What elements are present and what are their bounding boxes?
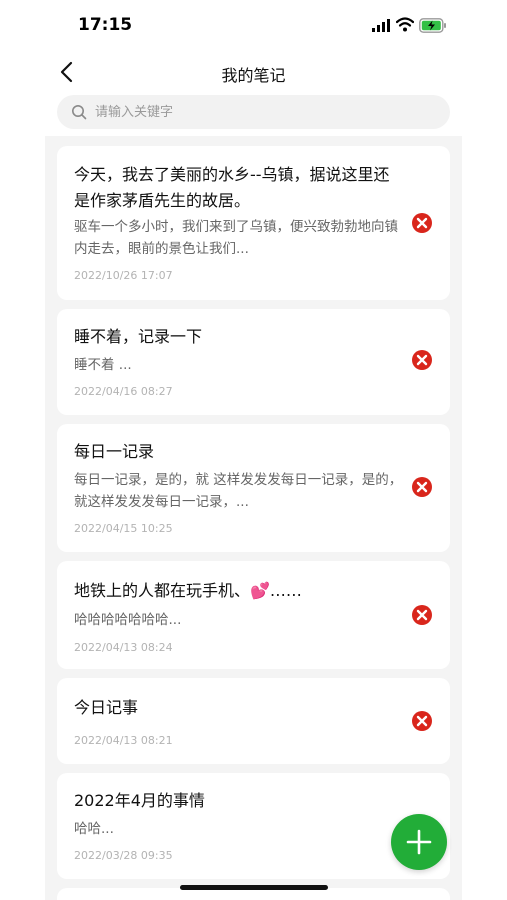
note-date: 2022/04/15 10:25 bbox=[74, 522, 173, 535]
note-card[interactable]: 睡不着，记录一下 睡不着 ... 2022/04/16 08:27 bbox=[57, 309, 450, 415]
home-indicator bbox=[180, 885, 328, 890]
note-title: 今日记事 bbox=[74, 698, 139, 717]
delete-circle-icon[interactable] bbox=[411, 476, 433, 498]
battery-charging-icon bbox=[419, 18, 446, 33]
note-card[interactable]: 每日一记录 每日一记录，是的，就 这样发发发每日一记录，是的，就这样发发发每日一… bbox=[57, 424, 450, 552]
wifi-icon bbox=[396, 17, 414, 32]
note-date: 2022/04/16 08:27 bbox=[74, 385, 173, 398]
note-date: 2022/03/28 09:35 bbox=[74, 849, 173, 862]
note-date: 2022/04/13 08:21 bbox=[74, 734, 173, 747]
status-bar: 17:15 bbox=[0, 0, 507, 50]
note-date: 2022/04/13 08:24 bbox=[74, 641, 173, 654]
note-preview: 每日一记录，是的，就 这样发发发每日一记录，是的，就这样发发发每日一记录，... bbox=[74, 472, 403, 510]
status-time: 17:15 bbox=[78, 15, 133, 35]
delete-circle-icon[interactable] bbox=[411, 349, 433, 371]
add-note-button[interactable] bbox=[391, 814, 447, 870]
search-icon bbox=[72, 105, 87, 120]
note-title: 地铁上的人都在玩手机、💕…… bbox=[74, 581, 302, 600]
plus-icon bbox=[406, 829, 432, 855]
note-preview: 哈哈... bbox=[74, 821, 114, 837]
delete-circle-icon[interactable] bbox=[411, 604, 433, 626]
note-title: 今天，我去了美丽的水乡--乌镇，据说这里还是作家茅盾先生的故居。 bbox=[74, 165, 390, 210]
note-title: 2022年4月的事情 bbox=[74, 791, 205, 810]
note-preview: 驱车一个多小时，我们来到了乌镇，便兴致勃勃地向镇内走去，眼前的景色让我们... bbox=[74, 219, 398, 257]
note-preview: 哈哈哈哈哈哈哈... bbox=[74, 612, 182, 628]
search-input[interactable] bbox=[95, 95, 435, 129]
search-bar bbox=[57, 95, 450, 129]
note-card[interactable]: 地铁上的人都在玩手机、💕…… 哈哈哈哈哈哈哈... 2022/04/13 08:… bbox=[57, 561, 450, 669]
note-date: 2022/10/26 17:07 bbox=[74, 269, 173, 282]
note-card[interactable]: 今日记事 2022/04/13 08:21 bbox=[57, 678, 450, 764]
note-card[interactable]: 今天，我去了美丽的水乡--乌镇，据说这里还是作家茅盾先生的故居。 驱车一个多小时… bbox=[57, 146, 450, 300]
note-preview: 睡不着 ... bbox=[74, 357, 132, 373]
note-title: 每日一记录 bbox=[74, 442, 155, 461]
delete-circle-icon[interactable] bbox=[411, 710, 433, 732]
cellular-signal-icon bbox=[372, 19, 390, 32]
page-title: 我的笔记 bbox=[221, 66, 286, 85]
note-title: 睡不着，记录一下 bbox=[74, 327, 203, 346]
notes-screen: 17:15 我的笔记 请输入关键字 今天，我去了美丽的水乡--乌镇，据说这里还是… bbox=[0, 0, 507, 900]
note-card[interactable]: 2022年4月的事情 哈哈... 2022/03/28 09:35 bbox=[57, 773, 450, 879]
delete-circle-icon[interactable] bbox=[411, 212, 433, 234]
nav-bar: 我的笔记 bbox=[0, 50, 507, 95]
